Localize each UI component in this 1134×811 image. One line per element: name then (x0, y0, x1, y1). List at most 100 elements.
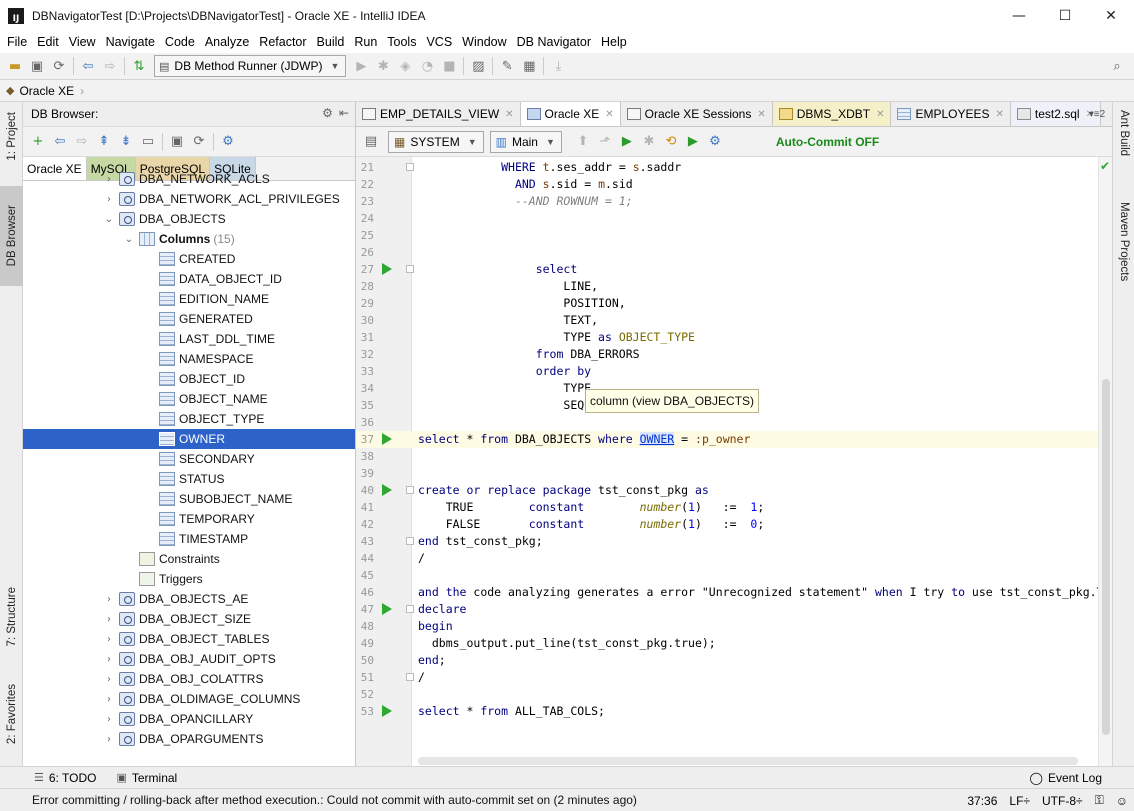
menu-file[interactable]: File (2, 35, 32, 49)
code-line[interactable]: 46 and the code analyzing generates a err… (356, 584, 1104, 601)
tree-node-data-object-id[interactable]: DATA_OBJECT_ID (23, 269, 355, 289)
add-icon[interactable]: + (27, 131, 49, 153)
tree-node-namespace[interactable]: NAMESPACE (23, 349, 355, 369)
fold-marker-icon[interactable] (406, 605, 414, 613)
profile-icon[interactable]: ◔ (416, 55, 438, 77)
tool-tab-structure[interactable]: 7: Structure (0, 577, 23, 657)
chevron-down-icon[interactable]: ⌄ (103, 214, 115, 225)
tree-node-timestamp[interactable]: TIMESTAMP (23, 529, 355, 549)
forward-icon[interactable]: ⇨ (99, 55, 121, 77)
code-line[interactable]: 41 TRUE constant number(1) := 1; (356, 499, 1098, 516)
editor-tab-oracle-xe-sessions[interactable]: Oracle XE Sessions ✕ (621, 102, 773, 126)
code-line[interactable]: 33 order by (356, 363, 1098, 380)
fold-marker-icon[interactable] (406, 265, 414, 273)
tool-tab-terminal[interactable]: ▣ Terminal (106, 771, 187, 785)
code-line[interactable]: 47 declare (356, 601, 1098, 618)
menu-window[interactable]: Window (457, 35, 511, 49)
tree-node-dba-network-acls[interactable]: › DBA_NETWORK_ACLS (23, 169, 355, 189)
chevron-down-icon[interactable]: ⌄ (123, 234, 135, 245)
menu-view[interactable]: View (64, 35, 101, 49)
code-line[interactable]: 48 begin (356, 618, 1098, 635)
minimize-button[interactable]: — (996, 0, 1042, 31)
menu-analyze[interactable]: Analyze (200, 35, 254, 49)
code-line[interactable]: 39 (356, 465, 1098, 482)
stop-icon[interactable]: ■ (438, 55, 460, 77)
code-line[interactable]: 36 (356, 414, 1098, 431)
run-configuration-select[interactable]: ▤ DB Method Runner (JDWP) ▼ (154, 55, 347, 77)
execute-icon[interactable]: ▶ (616, 131, 638, 153)
menu-navigate[interactable]: Navigate (101, 35, 160, 49)
code-line[interactable]: 30 TEXT, (356, 312, 1098, 329)
tree-node-secondary[interactable]: SECONDARY (23, 449, 355, 469)
run-statement-icon[interactable] (382, 263, 392, 275)
tree-node-object-type[interactable]: OBJECT_TYPE (23, 409, 355, 429)
session-select[interactable]: ▥ Main ▼ (489, 130, 562, 153)
fold-marker-icon[interactable] (406, 537, 414, 545)
menu-edit[interactable]: Edit (32, 35, 64, 49)
build-icon[interactable]: ⇅ (128, 55, 150, 77)
code-line[interactable]: 29 POSITION, (356, 295, 1098, 312)
tree-node-status[interactable]: STATUS (23, 469, 355, 489)
fold-marker-icon[interactable] (406, 163, 414, 171)
code-line[interactable]: 23 --AND ROWNUM = 1; (356, 193, 1098, 210)
code-line[interactable]: 32 from DBA_ERRORS (356, 346, 1098, 363)
vcs-icon[interactable]: ▨ (467, 55, 489, 77)
code-line[interactable]: 27 select (356, 261, 1098, 278)
code-line[interactable]: 53 select * from ALL_TAB_COLS; (356, 703, 1098, 720)
tree-node-dba-object-tables[interactable]: › DBA_OBJECT_TABLES (23, 629, 355, 649)
close-tab-icon[interactable]: ✕ (605, 109, 613, 120)
tool-tab-todo[interactable]: ☰ 6: TODO (24, 771, 106, 785)
tree-node-columns[interactable]: ⌄ Columns (15) (23, 229, 355, 249)
editor-tab-emp-details-view[interactable]: EMP_DETAILS_VIEW ✕ (356, 102, 521, 126)
tree-node-dba-objects-ae[interactable]: › DBA_OBJECTS_AE (23, 589, 355, 609)
code-line[interactable]: 26 (356, 244, 1098, 261)
code-line[interactable]: 25 (356, 227, 1098, 244)
code-line[interactable]: 28 LINE, (356, 278, 1098, 295)
maximize-button[interactable]: ☐ (1042, 0, 1088, 31)
code-line[interactable]: 31 TYPE as OBJECT_TYPE (356, 329, 1098, 346)
tree-node-object-id[interactable]: OBJECT_ID (23, 369, 355, 389)
editor-tab-dbms-xdbt[interactable]: DBMS_XDBT ✕ (772, 102, 892, 126)
code-line[interactable]: 43 end tst_const_pkg; (356, 533, 1098, 550)
tool-tab-maven-projects[interactable]: Maven Projects (1113, 202, 1134, 302)
file-encoding[interactable]: UTF-8÷ (1042, 794, 1083, 808)
chevron-right-icon[interactable]: › (103, 634, 115, 645)
back-icon[interactable]: ⇦ (49, 131, 71, 153)
rollback-icon[interactable]: ⬏ (594, 131, 616, 153)
chevron-right-icon[interactable]: › (103, 594, 115, 605)
code-line[interactable]: 22 AND s.sid = m.sid (356, 176, 1098, 193)
collapse-all-icon[interactable]: ⇟ (115, 131, 137, 153)
line-separator[interactable]: LF÷ (1009, 794, 1030, 808)
menu-build[interactable]: Build (312, 35, 350, 49)
editor-horizontal-scrollbar[interactable] (418, 757, 1078, 765)
code-line[interactable]: 51 / (356, 669, 1098, 686)
back-icon[interactable]: ⇦ (77, 55, 99, 77)
fold-marker-icon[interactable] (406, 486, 414, 494)
chevron-right-icon[interactable]: › (103, 174, 115, 185)
search-icon[interactable]: ⌕ (1106, 55, 1128, 77)
menu-tools[interactable]: Tools (382, 35, 421, 49)
settings-icon[interactable]: ⚙ (217, 131, 239, 153)
tree-node-dba-oldimage-columns[interactable]: › DBA_OLDIMAGE_COLUMNS (23, 689, 355, 709)
explain-icon[interactable]: ✱ (638, 131, 660, 153)
editor-tab-oracle-xe[interactable]: Oracle XE ✕ (520, 102, 621, 126)
tool-tab-event-log[interactable]: ◯ Event Log (1030, 767, 1102, 789)
chevron-right-icon[interactable]: › (103, 674, 115, 685)
menu-run[interactable]: Run (349, 35, 382, 49)
tool-tab-favorites[interactable]: 2: Favorites (0, 672, 23, 757)
inspector-icon[interactable]: ☺ (1116, 794, 1128, 808)
tree-node-triggers[interactable]: Triggers (23, 569, 355, 589)
open-console-icon[interactable]: ▣ (166, 131, 188, 153)
tree-node-created[interactable]: CREATED (23, 249, 355, 269)
chevron-right-icon[interactable]: › (103, 714, 115, 725)
open-folder-icon[interactable]: ▬ (4, 55, 26, 77)
schema-select[interactable]: ▦ SYSTEM ▼ (388, 130, 484, 153)
refresh-icon[interactable]: ⟳ (188, 131, 210, 153)
code-line[interactable]: 45 (356, 567, 1098, 584)
tree-node-owner[interactable]: OWNER (23, 429, 355, 449)
chevron-right-icon[interactable]: › (103, 654, 115, 665)
tool-tab-ant-build[interactable]: Ant Build (1113, 110, 1134, 185)
console-settings-icon[interactable]: ⚙ (704, 131, 726, 153)
tree-node-dba-oparguments[interactable]: › DBA_OPARGUMENTS (23, 729, 355, 749)
code-line[interactable]: 40 create or replace package tst_const_pk… (356, 482, 1098, 499)
